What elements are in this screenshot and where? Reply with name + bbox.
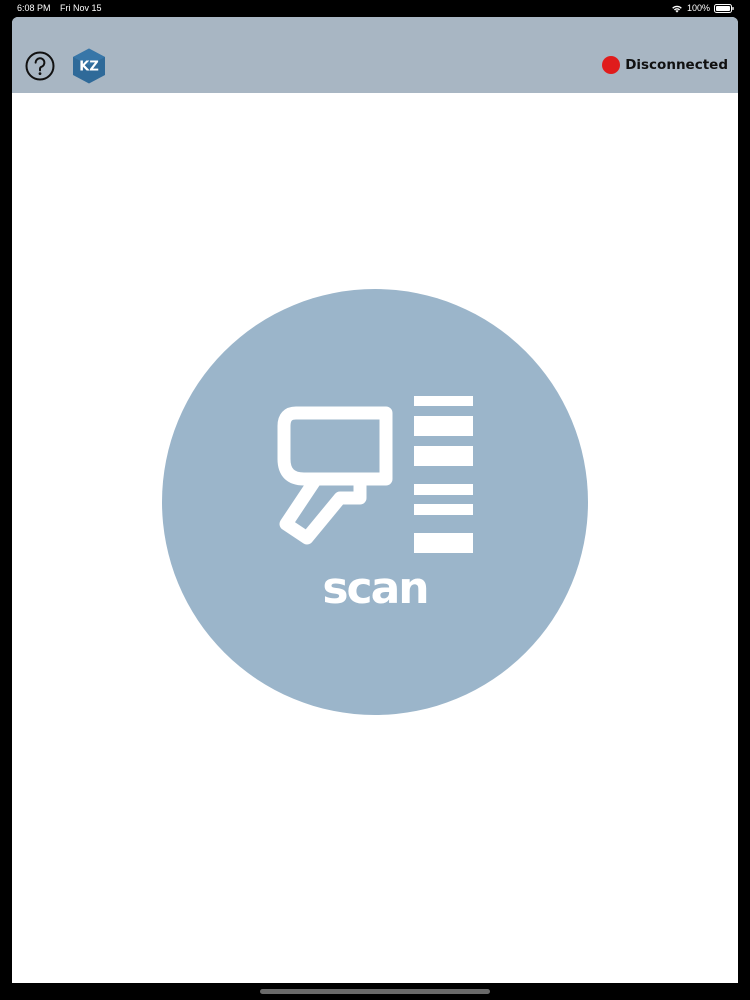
app-header: KZ Disconnected: [12, 17, 738, 93]
scan-button[interactable]: scan: [162, 289, 588, 715]
connection-status-label: Disconnected: [625, 57, 728, 73]
device-frame: 6:08 PM Fri Nov 15 100% KZ Disconnected …: [0, 0, 750, 1000]
home-indicator[interactable]: [260, 989, 490, 994]
battery-percent: 100%: [686, 3, 710, 13]
status-indicator-dot: [602, 56, 621, 74]
app-screen: KZ Disconnected scan: [12, 17, 738, 983]
logo-text: KZ: [79, 60, 99, 75]
scan-label: scan: [322, 563, 429, 614]
help-button[interactable]: [25, 51, 55, 81]
barcode-scanner-icon: [277, 396, 473, 553]
status-date: Fri Nov 15: [60, 3, 102, 13]
status-right: 100%: [671, 0, 734, 16]
kz-logo: KZ: [72, 48, 106, 84]
wifi-icon: [671, 4, 683, 13]
question-mark-circle-icon: [25, 51, 55, 81]
connection-status: Disconnected: [602, 56, 728, 74]
status-time: 6:08 PM: [17, 3, 51, 13]
status-bar: 6:08 PM Fri Nov 15 100%: [0, 0, 750, 16]
barcode-icon: [414, 396, 473, 553]
battery-icon: [714, 3, 734, 13]
